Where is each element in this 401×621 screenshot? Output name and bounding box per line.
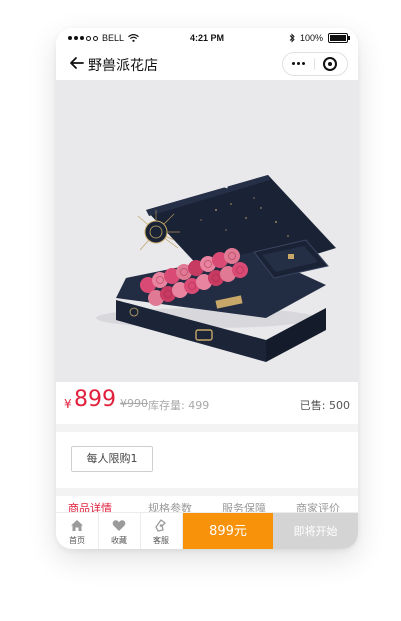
capsule-divider	[314, 58, 315, 70]
price-row: ¥ 899 ¥990 库存量: 499 已售: 500	[56, 382, 358, 424]
customer-service-icon	[155, 519, 166, 532]
back-arrow-icon[interactable]	[68, 54, 86, 72]
purchase-limit-section: 每人限购1	[56, 432, 358, 488]
bottom-action-bar: 首页 收藏 客服 899元 即将开始	[56, 512, 358, 549]
sold-count: 已售: 500	[299, 399, 350, 412]
home-button[interactable]: 首页	[56, 513, 99, 549]
phone-frame: BELL 4:21 PM 100% 野兽派花店 ¥ 899 ¥990 库存量: …	[56, 28, 358, 549]
customer-service-button[interactable]: 客服	[140, 513, 183, 549]
price-value: 899	[74, 387, 116, 412]
home-icon	[71, 520, 83, 531]
target-circle-icon[interactable]	[323, 57, 337, 71]
section-divider	[56, 424, 358, 432]
price-currency: ¥	[64, 397, 72, 411]
stock-count: 库存量: 499	[148, 399, 210, 412]
status-right: 100%	[289, 33, 350, 43]
favorite-label: 收藏	[111, 536, 127, 545]
section-divider	[56, 488, 358, 496]
purchase-limit-tag: 每人限购1	[71, 446, 153, 472]
bluetooth-icon	[289, 33, 295, 43]
service-label: 客服	[153, 536, 169, 545]
favorite-button[interactable]: 收藏	[98, 513, 141, 549]
status-bar: BELL 4:21 PM 100%	[56, 28, 358, 48]
product-image[interactable]	[56, 80, 358, 382]
nav-bar: 野兽派花店	[56, 48, 358, 78]
original-price: ¥990	[120, 397, 148, 410]
miniprogram-capsule	[282, 52, 348, 76]
flower-box-illustration	[96, 175, 336, 362]
battery-icon	[328, 33, 350, 43]
battery-percent: 100%	[299, 33, 323, 43]
home-label: 首页	[69, 536, 85, 545]
heart-icon	[112, 520, 126, 531]
buy-now-button[interactable]: 899元	[183, 513, 273, 549]
more-dots-icon[interactable]	[292, 62, 305, 65]
page-title: 野兽派花店	[88, 58, 158, 74]
coming-soon-button[interactable]: 即将开始	[273, 513, 358, 549]
